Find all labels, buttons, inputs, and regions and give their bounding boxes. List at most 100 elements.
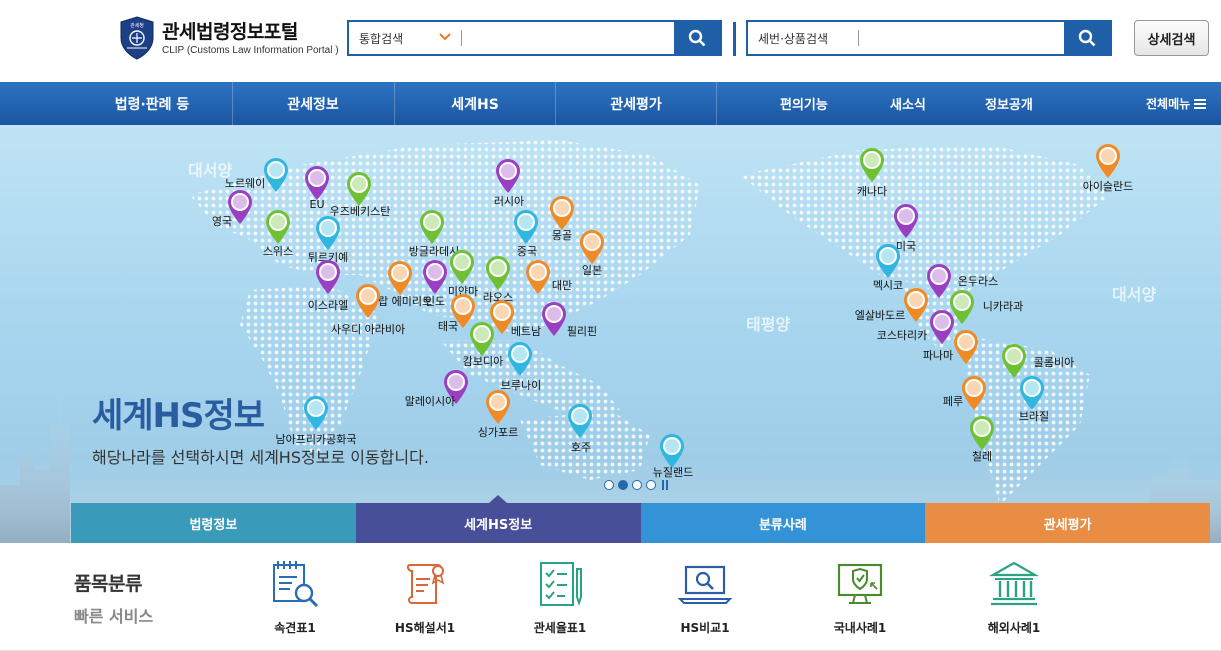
- all-menu-button[interactable]: 전체메뉴: [1146, 82, 1207, 125]
- hs-search-label: 세번·상품검색: [758, 31, 829, 46]
- country-label[interactable]: 호주: [571, 439, 591, 455]
- country-label[interactable]: 엘살바도르: [855, 307, 906, 323]
- country-pin-icon[interactable]: [262, 157, 290, 193]
- nav-news[interactable]: 새소식: [890, 82, 926, 125]
- country-label[interactable]: 몽골: [552, 227, 572, 243]
- country-pin-icon[interactable]: [968, 415, 996, 451]
- country-pin-icon[interactable]: [1000, 343, 1028, 379]
- country-label[interactable]: 중국: [517, 243, 537, 259]
- country-pin-icon[interactable]: [448, 249, 476, 285]
- country-pin-icon[interactable]: [506, 341, 534, 377]
- country-pin-icon[interactable]: [354, 283, 382, 319]
- country-pin-icon[interactable]: [303, 165, 331, 201]
- integrated-search-input[interactable]: [462, 22, 674, 54]
- tab-classification-cases[interactable]: 분류사례: [640, 503, 926, 543]
- country-label[interactable]: 페루: [943, 393, 963, 409]
- nav-disclosure[interactable]: 정보공개: [985, 82, 1033, 125]
- country-pin-icon[interactable]: [1094, 143, 1122, 179]
- slider-dot[interactable]: [632, 480, 642, 490]
- country-pin-icon[interactable]: [484, 255, 512, 291]
- country-label[interactable]: 온두라스: [958, 273, 998, 289]
- country-pin-icon[interactable]: [302, 395, 330, 431]
- country-label[interactable]: 영국: [212, 213, 232, 229]
- country-label[interactable]: EU: [309, 198, 324, 211]
- country-label[interactable]: 일본: [582, 262, 602, 278]
- country-pin-icon[interactable]: [468, 321, 496, 357]
- country-pin-icon[interactable]: [858, 147, 886, 183]
- tab-world-hs-info[interactable]: 세계HS정보: [355, 495, 641, 543]
- country-label[interactable]: 뉴질랜드: [653, 464, 693, 480]
- search-scope-select[interactable]: 통합검색: [349, 22, 461, 54]
- country-pin-icon[interactable]: [524, 259, 552, 295]
- slider-dot[interactable]: [618, 480, 628, 490]
- country-pin-icon[interactable]: [484, 389, 512, 425]
- nav-convenience[interactable]: 편의기능: [780, 82, 828, 125]
- country-label[interactable]: 스위스: [263, 243, 293, 259]
- country-pin-icon[interactable]: [314, 259, 342, 295]
- nav-customs-valuation[interactable]: 관세평가: [556, 82, 716, 125]
- country-label[interactable]: 말레이시아: [405, 393, 456, 409]
- country-pin-icon[interactable]: [1018, 375, 1046, 411]
- country-label[interactable]: 필리핀: [567, 323, 597, 339]
- hero-description: 해당나라를 선택하시면 세계HS정보로 이동합니다.: [92, 448, 429, 467]
- country-label[interactable]: 베트남: [511, 323, 541, 339]
- country-pin-icon[interactable]: [566, 403, 594, 439]
- detail-search-button[interactable]: 상세검색: [1134, 20, 1209, 56]
- site-logo[interactable]: 관세청 관세법령정보포털 CLIP (Customs Law Informati…: [118, 16, 339, 60]
- hamburger-icon: [1194, 98, 1207, 109]
- nav-law-precedent[interactable]: 법령·판례 등: [72, 82, 232, 125]
- hs-code-search-input[interactable]: [859, 22, 1064, 54]
- country-label[interactable]: 코스타리카: [877, 327, 928, 343]
- quick-item-overseas-cases[interactable]: 해외사례1: [959, 557, 1069, 636]
- country-label[interactable]: 사우디 아라비아: [331, 321, 405, 337]
- country-pin-icon[interactable]: [540, 301, 568, 337]
- nav-customs-info[interactable]: 관세정보: [233, 82, 393, 125]
- country-pin-icon[interactable]: [512, 209, 540, 245]
- country-pin-icon[interactable]: [494, 158, 522, 194]
- country-pin-icon[interactable]: [345, 171, 373, 207]
- ocean-label: 대서양: [1112, 285, 1157, 304]
- country-label[interactable]: 태국: [438, 318, 458, 334]
- country-label[interactable]: 캄보디아: [463, 353, 503, 369]
- country-pin-icon[interactable]: [386, 260, 414, 296]
- country-pin-icon[interactable]: [421, 259, 449, 295]
- hs-code-search-button[interactable]: [1064, 22, 1110, 54]
- tab-law-info[interactable]: 법령정보: [71, 503, 356, 543]
- country-pin-icon[interactable]: [418, 209, 446, 245]
- country-pin-icon[interactable]: [314, 215, 342, 251]
- country-pin-icon[interactable]: [874, 243, 902, 279]
- integrated-search-button[interactable]: [674, 22, 720, 54]
- country-label[interactable]: 콜롬비아: [1034, 354, 1074, 370]
- country-pin-icon[interactable]: [578, 229, 606, 265]
- country-label[interactable]: 브라질: [1019, 408, 1049, 424]
- country-label[interactable]: 아이슬란드: [1083, 178, 1134, 194]
- country-label[interactable]: 대만: [552, 277, 572, 293]
- country-pin-icon[interactable]: [548, 195, 576, 231]
- country-pin-icon[interactable]: [264, 209, 292, 245]
- country-label[interactable]: 니카라과: [983, 298, 1023, 314]
- country-label[interactable]: 이스라엘: [308, 297, 348, 313]
- tab-customs-valuation[interactable]: 관세평가: [925, 503, 1210, 543]
- country-label[interactable]: 캐나다: [857, 183, 887, 199]
- nav-world-hs[interactable]: 세계HS: [395, 82, 555, 125]
- quick-item-domestic-cases[interactable]: 국내사례1: [805, 557, 915, 636]
- slider-dot[interactable]: [604, 480, 614, 490]
- country-pin-icon[interactable]: [952, 329, 980, 365]
- monitor-shield-icon: [837, 563, 883, 604]
- table-search-icon: [273, 561, 319, 608]
- country-pin-icon[interactable]: [892, 203, 920, 239]
- country-label[interactable]: 파나마: [923, 347, 953, 363]
- pause-icon[interactable]: [662, 480, 668, 490]
- country-label[interactable]: 러시아: [494, 193, 524, 209]
- quick-item-quick-table[interactable]: 속견표1: [240, 557, 350, 636]
- quick-item-hs-commentary[interactable]: HS해설서1: [370, 557, 480, 636]
- country-label[interactable]: 멕시코: [873, 277, 903, 293]
- slider-dot[interactable]: [646, 480, 656, 490]
- country-label[interactable]: 싱가포르: [478, 424, 518, 440]
- country-label[interactable]: 칠레: [972, 448, 992, 464]
- country-pin-icon[interactable]: [960, 375, 988, 411]
- quick-item-hs-compare[interactable]: HS비교1: [650, 557, 760, 636]
- quick-item-tariff-table[interactable]: 관세율표1: [505, 557, 615, 636]
- country-label[interactable]: 인도: [425, 293, 445, 309]
- country-pin-icon[interactable]: [902, 287, 930, 323]
